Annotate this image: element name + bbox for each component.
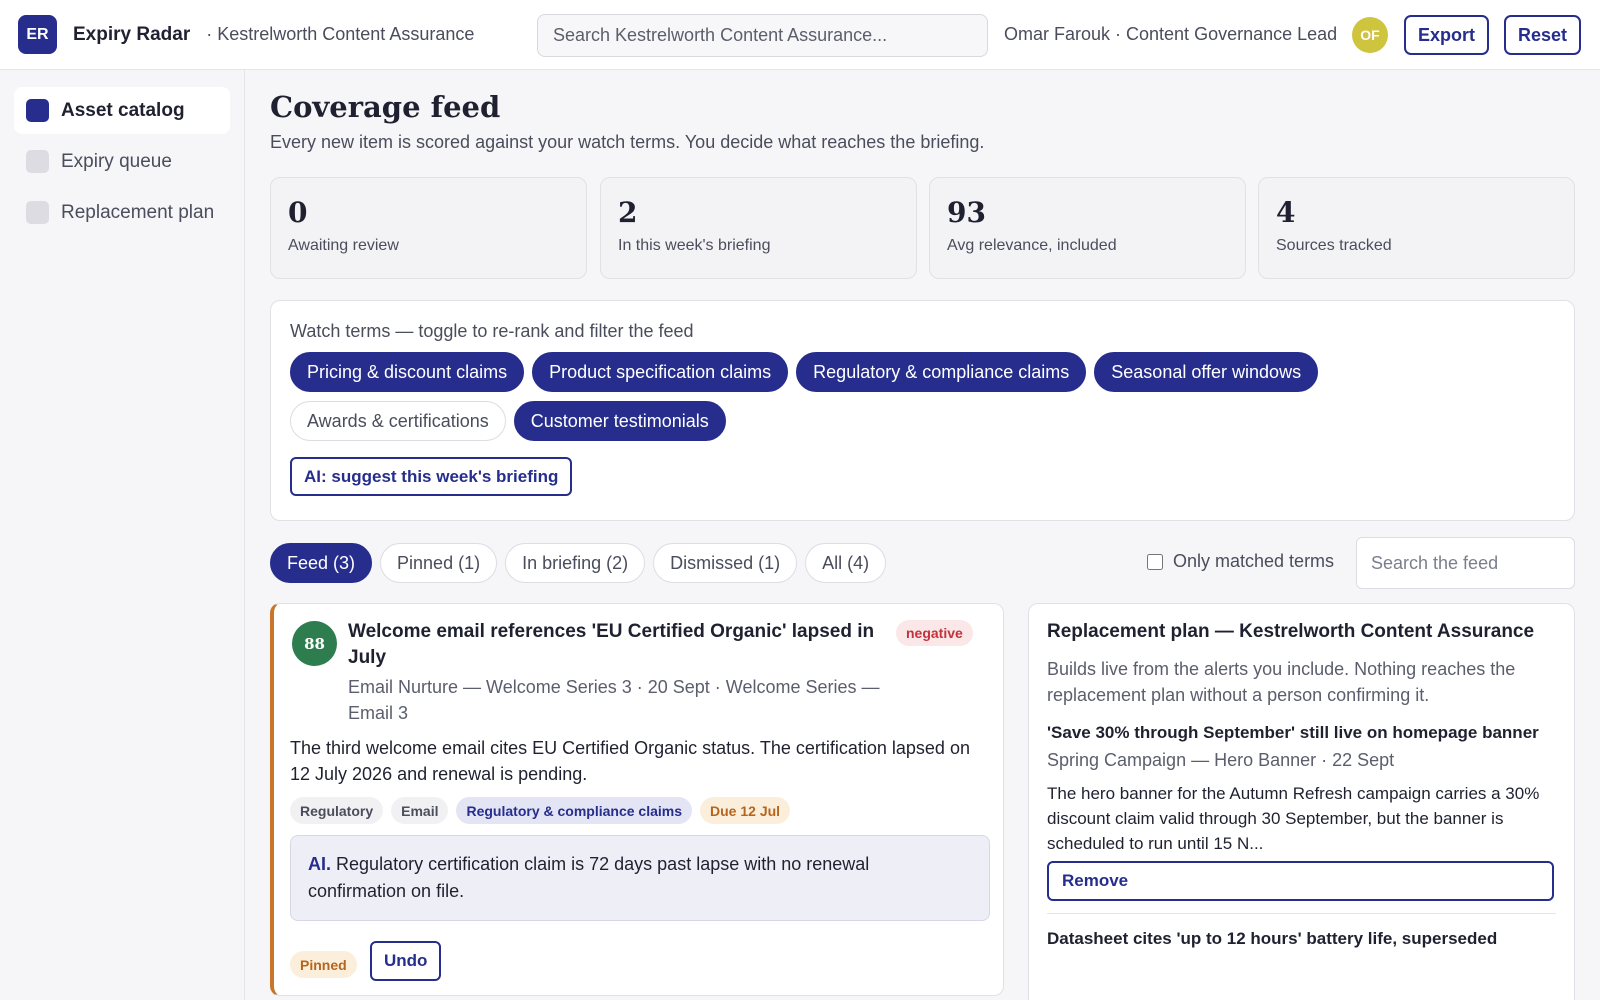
plan-item-title: 'Save 30% through September' still live … — [1047, 723, 1539, 742]
feed-card-body: The third welcome email cites EU Certifi… — [290, 738, 970, 784]
tag-due-date: Due 12 Jul — [700, 797, 791, 824]
sidebar-item-asset-catalog[interactable]: Asset catalog — [14, 87, 230, 134]
ai-suggest-briefing-button[interactable]: AI: suggest this week's briefing — [290, 457, 573, 496]
tab-dismissed[interactable]: Dismissed (1) — [653, 543, 798, 583]
only-matched-label: Only matched terms — [1173, 551, 1335, 571]
nav-square-icon — [26, 201, 49, 224]
sidebar-item-expiry-queue[interactable]: Expiry queue — [14, 138, 230, 185]
only-matched-checkbox[interactable] — [1147, 553, 1163, 570]
relevance-score: 88 — [292, 621, 337, 666]
only-matched-toggle[interactable]: Only matched terms — [1147, 551, 1334, 572]
tab-pinned[interactable]: Pinned (1) — [380, 543, 498, 583]
stat-value: 0 — [288, 196, 308, 229]
tab-in-briefing[interactable]: In briefing (2) — [505, 543, 646, 583]
stat-avg-relevance: 93 Avg relevance, included — [929, 177, 1246, 279]
feed-search-input[interactable] — [1356, 537, 1575, 589]
remove-button[interactable]: Remove — [1047, 861, 1554, 901]
watch-terms-chips: Pricing & discount claims Product specif… — [290, 352, 1370, 441]
app-name: Expiry Radar — [73, 23, 191, 45]
replacement-plan-panel: Replacement plan — Kestrelworth Content … — [1028, 603, 1575, 1000]
feed-card-title: Welcome email references 'EU Certified O… — [348, 621, 875, 668]
feed-card[interactable]: 88 Welcome email references 'EU Certifie… — [270, 603, 1004, 996]
stat-label: In this week's briefing — [618, 237, 771, 254]
term-chip-seasonal[interactable]: Seasonal offer windows — [1094, 352, 1319, 392]
stat-awaiting-review: 0 Awaiting review — [270, 177, 587, 279]
nav-square-icon — [26, 150, 49, 173]
sentiment-badge: negative — [896, 620, 973, 646]
watch-terms-title: Watch terms — toggle to re-rank and filt… — [290, 321, 694, 341]
feed-tabs: Feed (3) Pinned (1) In briefing (2) Dism… — [270, 543, 887, 583]
tag-channel: Email — [391, 797, 449, 824]
plan-item-meta: Spring Campaign — Hero Banner · 22 Sept — [1047, 750, 1395, 770]
user-label: Omar Farouk · Content Governance Lead — [1004, 24, 1338, 44]
page-title: Coverage feed — [270, 90, 501, 124]
stat-value: 93 — [947, 196, 986, 229]
top-bar: ER Expiry Radar · Kestrelworth Content A… — [0, 0, 1600, 70]
term-chip-pricing[interactable]: Pricing & discount claims — [290, 352, 525, 392]
term-chip-regulatory[interactable]: Regulatory & compliance claims — [796, 352, 1087, 392]
ai-note: AI. Regulatory certification claim is 72… — [290, 835, 990, 921]
app-logo: ER — [18, 15, 57, 54]
plan-item-body: The hero banner for the Autumn Refresh c… — [1047, 784, 1540, 853]
ai-note-prefix: AI. — [308, 854, 332, 874]
sidebar: Asset catalog Expiry queue Replacement p… — [0, 70, 245, 1000]
plan-divider — [1047, 913, 1556, 914]
term-chip-testimonials[interactable]: Customer testimonials — [513, 401, 726, 441]
term-chip-product-spec[interactable]: Product specification claims — [532, 352, 789, 392]
reset-button[interactable]: Reset — [1504, 15, 1582, 55]
plan-item-title: Datasheet cites 'up to 12 hours' battery… — [1047, 929, 1498, 948]
tab-all[interactable]: All (4) — [805, 543, 887, 583]
feed-card-tags: Regulatory Email Regulatory & compliance… — [290, 797, 791, 824]
stat-label: Awaiting review — [288, 237, 399, 254]
stat-sources-tracked: 4 Sources tracked — [1258, 177, 1575, 279]
stat-value: 4 — [1276, 196, 1296, 229]
avatar[interactable]: OF — [1352, 17, 1388, 53]
sidebar-item-label: Asset catalog — [61, 99, 185, 121]
stat-in-briefing: 2 In this week's briefing — [600, 177, 917, 279]
sidebar-item-label: Expiry queue — [61, 150, 172, 172]
pinned-badge: Pinned — [290, 951, 357, 978]
plan-title: Replacement plan — Kestrelworth Content … — [1047, 621, 1535, 642]
sidebar-item-replacement-plan[interactable]: Replacement plan — [14, 189, 230, 236]
page-subtitle: Every new item is scored against your wa… — [270, 132, 985, 152]
watch-terms-panel: Watch terms — toggle to re-rank and filt… — [270, 300, 1575, 521]
nav-square-icon — [26, 99, 49, 122]
tag-category: Regulatory — [290, 797, 384, 824]
term-chip-awards[interactable]: Awards & certifications — [290, 401, 506, 441]
stat-value: 2 — [618, 196, 638, 229]
tag-matched-term: Regulatory & compliance claims — [456, 797, 693, 824]
global-search-input[interactable] — [537, 14, 988, 57]
export-button[interactable]: Export — [1404, 15, 1490, 55]
tab-feed[interactable]: Feed (3) — [270, 543, 373, 583]
undo-button[interactable]: Undo — [370, 941, 442, 981]
stat-label: Sources tracked — [1276, 237, 1392, 254]
org-name: · Kestrelworth Content Assurance — [206, 24, 475, 44]
plan-subtitle: Builds live from the alerts you include.… — [1047, 659, 1516, 705]
ai-note-text: Regulatory certification claim is 72 day… — [308, 854, 870, 901]
feed-card-meta: Email Nurture — Welcome Series 3 · 20 Se… — [348, 677, 880, 723]
sidebar-item-label: Replacement plan — [61, 201, 215, 223]
stat-label: Avg relevance, included — [947, 237, 1117, 254]
